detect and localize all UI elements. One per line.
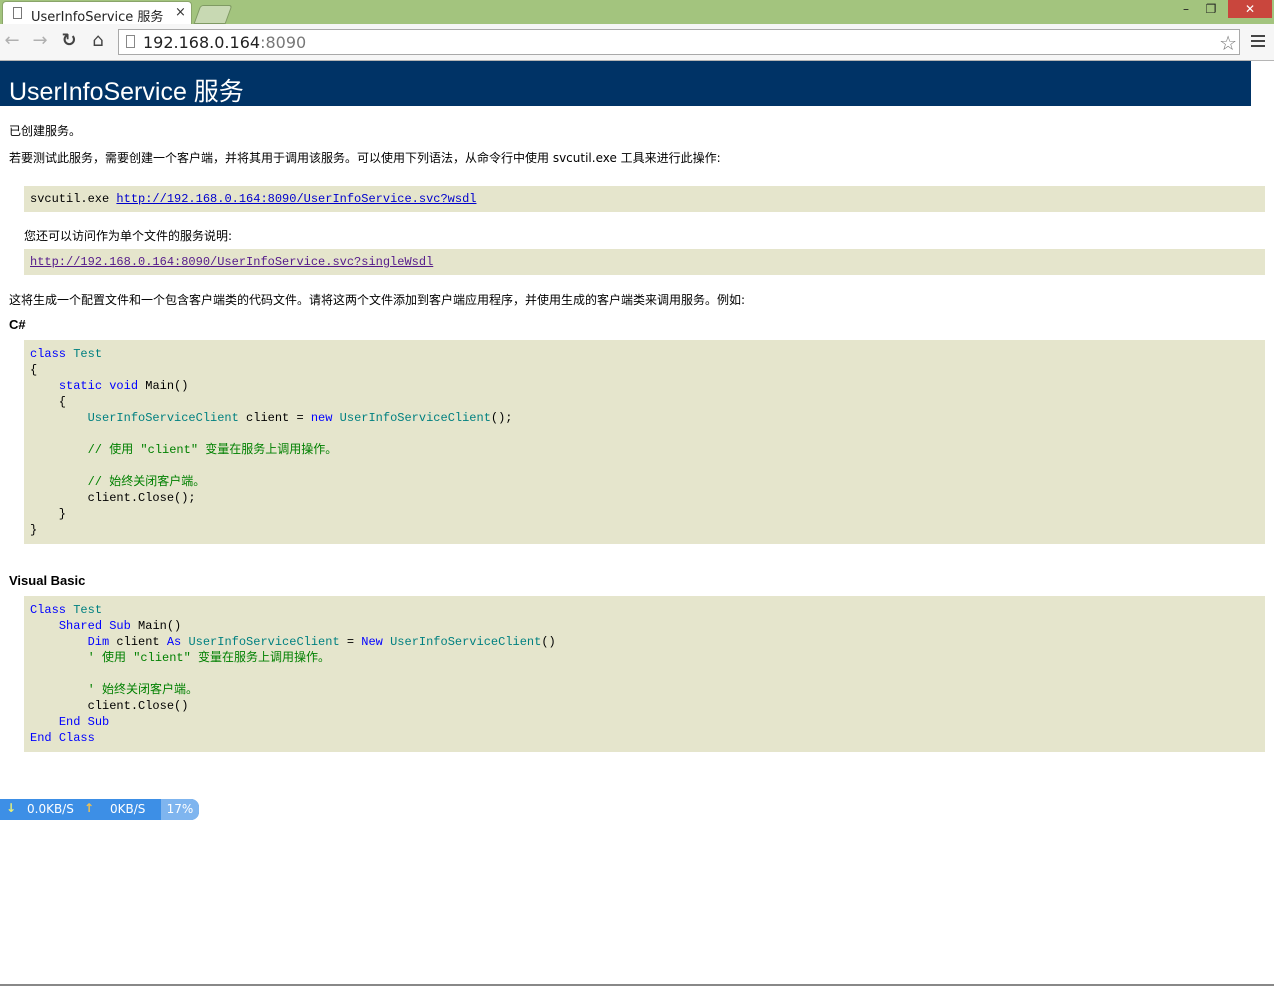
chrome-menu-icon[interactable] [1251,35,1265,49]
service-created-text: 已创建服务。 [9,124,82,138]
url-port: :8090 [260,33,307,52]
window-minimize-button[interactable]: – [1176,0,1196,18]
address-bar[interactable]: 192.168.0.164:8090 ☆ [118,29,1240,55]
browser-tab[interactable]: UserInfoService 服务 × [2,1,192,25]
single-file-text: 您还可以访问作为单个文件的服务说明: [24,229,233,243]
back-button[interactable]: ← [1,30,23,52]
usage-percent: 17% [161,799,199,820]
window-maximize-button[interactable]: ❐ [1200,0,1222,18]
browser-toolbar: ← → ↻ ⌂ 192.168.0.164:8090 ☆ [0,24,1274,61]
url-host: 192.168.0.164 [143,33,261,52]
svcutil-command: svcutil.exe [30,192,117,206]
csharp-heading: C# [9,317,26,332]
single-wsdl-link[interactable]: http://192.168.0.164:8090/UserInfoServic… [30,255,433,269]
tab-close-icon[interactable]: × [175,5,186,20]
upload-arrow-icon: ↑ [84,801,95,815]
wsdl-link[interactable]: http://192.168.0.164:8090/UserInfoServic… [116,192,476,206]
vb-code: Class Test Shared Sub Main() Dim client … [30,603,556,745]
forward-button[interactable]: → [29,30,51,52]
download-arrow-icon: ↓ [6,801,17,815]
page-header: UserInfoService 服务 [0,61,1251,106]
single-wsdl-box: http://192.168.0.164:8090/UserInfoServic… [24,249,1265,275]
upload-speed: 0KB/S [110,802,146,816]
title-bar: UserInfoService 服务 × – ❐ ✕ [0,0,1274,25]
tab-title: UserInfoService 服务 [31,10,164,25]
home-button[interactable]: ⌂ [87,30,109,52]
vb-code-box: Class Test Shared Sub Main() Dim client … [24,596,1265,752]
reload-button[interactable]: ↻ [58,30,80,52]
network-speed-widget[interactable]: ↓ 0.0KB/S ↑ 0KB/S 17% [0,799,199,820]
page-icon [126,35,135,48]
window-close-button[interactable]: ✕ [1228,0,1272,18]
csharp-code: class Test { static void Main() { UserIn… [30,347,513,537]
page-favicon-icon [13,7,22,19]
page-title: UserInfoService 服务 [9,78,244,106]
intro-text: 若要测试此服务，需要创建一个客户端，并将其用于调用该服务。可以使用下列语法，从命… [9,151,721,165]
new-tab-button[interactable] [193,5,233,24]
svcutil-box: svcutil.exe http://192.168.0.164:8090/Us… [24,186,1265,212]
url-text[interactable]: 192.168.0.164:8090 [143,33,306,52]
vb-heading: Visual Basic [9,573,86,588]
csharp-code-box: class Test { static void Main() { UserIn… [24,340,1265,544]
download-speed: 0.0KB/S [27,802,74,816]
bookmark-star-icon[interactable]: ☆ [1219,31,1237,55]
generate-text: 这将生成一个配置文件和一个包含客户端类的代码文件。请将这两个文件添加到客户端应用… [9,293,746,307]
